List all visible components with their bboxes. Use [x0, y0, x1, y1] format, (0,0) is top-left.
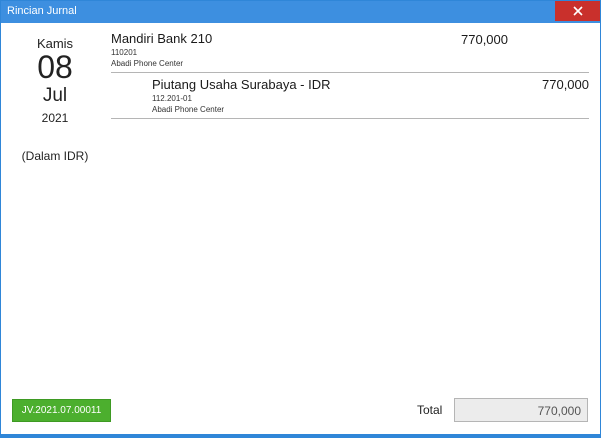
total-field: 770,000 — [454, 398, 588, 422]
title-bar[interactable]: Rincian Jurnal — [1, 1, 600, 23]
total-label: Total — [417, 403, 443, 417]
window-title: Rincian Jurnal — [7, 5, 77, 17]
currency-note: (Dalam IDR) — [21, 149, 89, 163]
close-icon — [572, 6, 583, 16]
entry-divider — [111, 72, 589, 73]
credit-amount: 770,000 — [542, 77, 589, 92]
journal-number-button[interactable]: JV.2021.07.00011 — [12, 399, 111, 422]
debit-amount: 770,000 — [461, 32, 508, 47]
close-button[interactable] — [555, 1, 600, 21]
account-code: 110201 — [111, 48, 138, 57]
account-name: Mandiri Bank 210 — [111, 31, 213, 46]
journal-entry-debit: Mandiri Bank 210 110201 Abadi Phone Cent… — [111, 31, 212, 68]
entry-divider — [111, 118, 589, 119]
department-name: Abadi Phone Center — [152, 105, 225, 114]
journal-content: Kamis 08 Jul 2021 (Dalam IDR) Mandiri Ba… — [1, 23, 600, 434]
department-name: Abadi Phone Center — [111, 59, 184, 68]
journal-detail-window: Rincian Jurnal Kamis 08 Jul 2021 (Dalam … — [0, 0, 601, 438]
year: 2021 — [41, 111, 69, 125]
month-name: Jul — [42, 85, 68, 106]
account-code: 112.201-01 — [152, 94, 192, 103]
account-name: Piutang Usaha Surabaya - IDR — [152, 77, 331, 92]
day-number: 08 — [37, 49, 73, 85]
journal-entry-credit: Piutang Usaha Surabaya - IDR 112.201-01 … — [152, 77, 330, 114]
